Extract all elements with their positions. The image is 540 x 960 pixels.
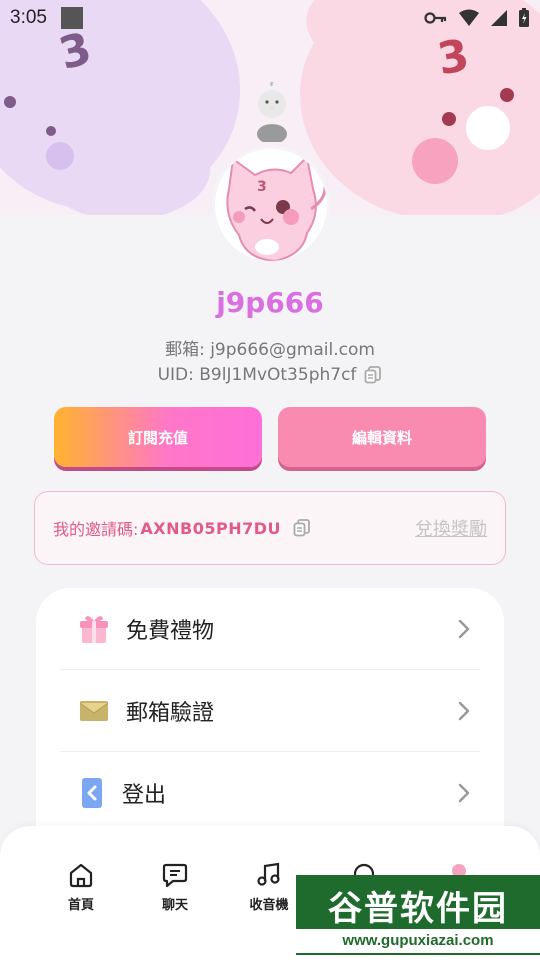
decor-dot	[412, 138, 458, 184]
logout-icon	[82, 778, 102, 808]
status-bar: 3:05	[0, 0, 540, 36]
edit-profile-button[interactable]: 編輯資料	[278, 407, 486, 467]
nav-label: 聊天	[161, 898, 188, 913]
menu-item-email-verify[interactable]: 郵箱驗證	[60, 670, 480, 752]
notification-icon	[60, 7, 83, 29]
watermark-logo: 谷普软件园 www.gupuxiazai.com	[296, 875, 540, 955]
nav-chat[interactable]: 聊天	[135, 862, 215, 913]
chick-sticker	[257, 82, 287, 142]
nav-label: 首頁	[67, 898, 94, 913]
menu-item-label: 郵箱驗證	[126, 700, 215, 726]
music-icon	[257, 862, 280, 886]
decor-dot	[46, 142, 74, 170]
chat-icon	[162, 863, 188, 888]
home-icon	[69, 863, 93, 888]
menu-item-label: 免費禮物	[126, 618, 215, 644]
signal-icon	[491, 10, 507, 26]
pink-cat-avatar-icon: 3	[215, 149, 327, 261]
uid-text: UID: B9lJ1MvOt35ph7cf	[157, 365, 357, 385]
menu-item-free-gift[interactable]: 免費禮物	[60, 588, 480, 670]
menu-item-logout[interactable]: 登出	[60, 752, 480, 834]
menu-item-label: 登出	[122, 783, 167, 808]
subscribe-button[interactable]: 訂閱充值	[54, 407, 262, 467]
email-text: 郵箱: j9p666@gmail.com	[165, 340, 375, 360]
gift-icon	[80, 615, 108, 643]
watermark-title: 谷普软件园	[328, 889, 508, 929]
decor-dot	[442, 112, 456, 126]
nav-home[interactable]: 首頁	[41, 862, 121, 913]
decor-dot	[46, 126, 56, 136]
chevron-right-icon	[458, 783, 470, 803]
decor-dot	[4, 96, 16, 108]
username: j9p666	[216, 286, 324, 319]
chevron-right-icon	[458, 619, 470, 638]
wifi-icon	[459, 9, 479, 26]
decor-dot	[466, 106, 510, 150]
chevron-right-icon	[458, 701, 470, 720]
avatar[interactable]: 3	[212, 146, 330, 264]
invite-code-card: 我的邀請碼: AXNB05PH7DU 兌換獎勵	[34, 491, 506, 565]
invite-label: 我的邀請碼:	[53, 520, 139, 539]
battery-icon	[519, 8, 529, 27]
envelope-icon	[79, 700, 109, 721]
invite-code: AXNB05PH7DU	[140, 518, 281, 538]
key-icon	[424, 12, 447, 24]
watermark-url: www.gupuxiazai.com	[296, 929, 540, 953]
uid-row: UID: B9lJ1MvOt35ph7cf	[0, 365, 540, 385]
decor-dot	[500, 88, 514, 102]
svg-text:3: 3	[257, 179, 267, 195]
copy-icon[interactable]	[293, 519, 311, 537]
copy-icon[interactable]	[364, 366, 382, 384]
status-time: 3:05	[10, 7, 47, 28]
redeem-reward-link[interactable]: 兌換獎勵	[415, 515, 487, 541]
